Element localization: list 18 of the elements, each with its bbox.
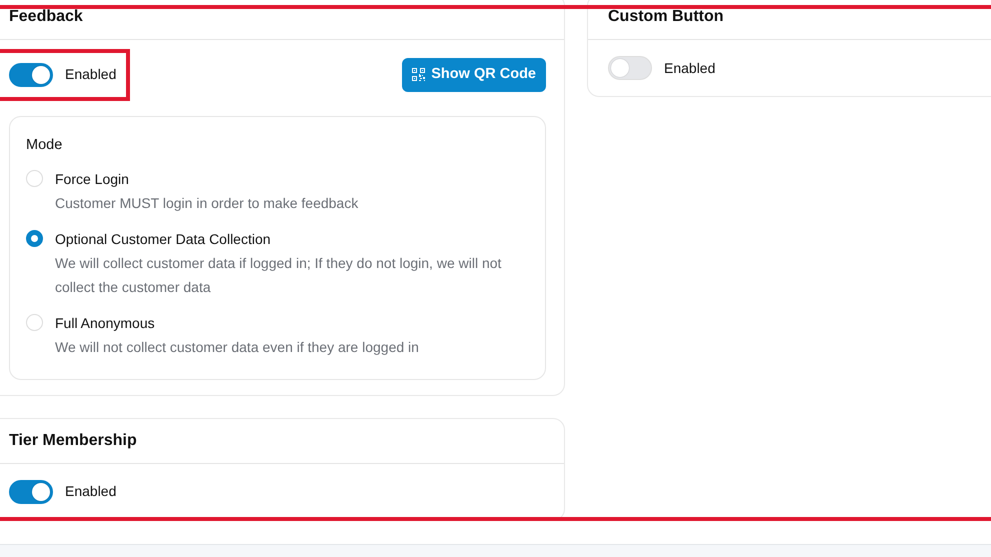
section-label: Mode [26,136,64,155]
option-description: We will not collect customer data even if they are logged in [55,338,419,357]
card-title: Tier Membership [9,430,137,450]
qr-code-icon [412,68,426,82]
option-label: Full Anonymous [55,314,156,332]
option-description: We will collect customer data if logged in; If they do not login, we will not collect the customer data [55,254,502,296]
toggle-label: Enabled [664,58,716,78]
toggle-switch[interactable] [9,480,53,504]
option-description: Customer MUST login in order to make feedback [55,194,358,213]
toggle-label: Enabled [65,482,116,501]
option-label: Optional Customer Data Collection [55,230,272,248]
toggle-switch[interactable] [9,62,53,87]
radio-button[interactable] [26,230,43,246]
show-qr-button[interactable]: Show QR Code [402,58,546,92]
card-title: Feedback [9,7,83,26]
card-title: Custom Button [608,7,724,26]
toggle-label: Enabled [65,65,116,84]
option-label: Force Login [55,170,130,188]
